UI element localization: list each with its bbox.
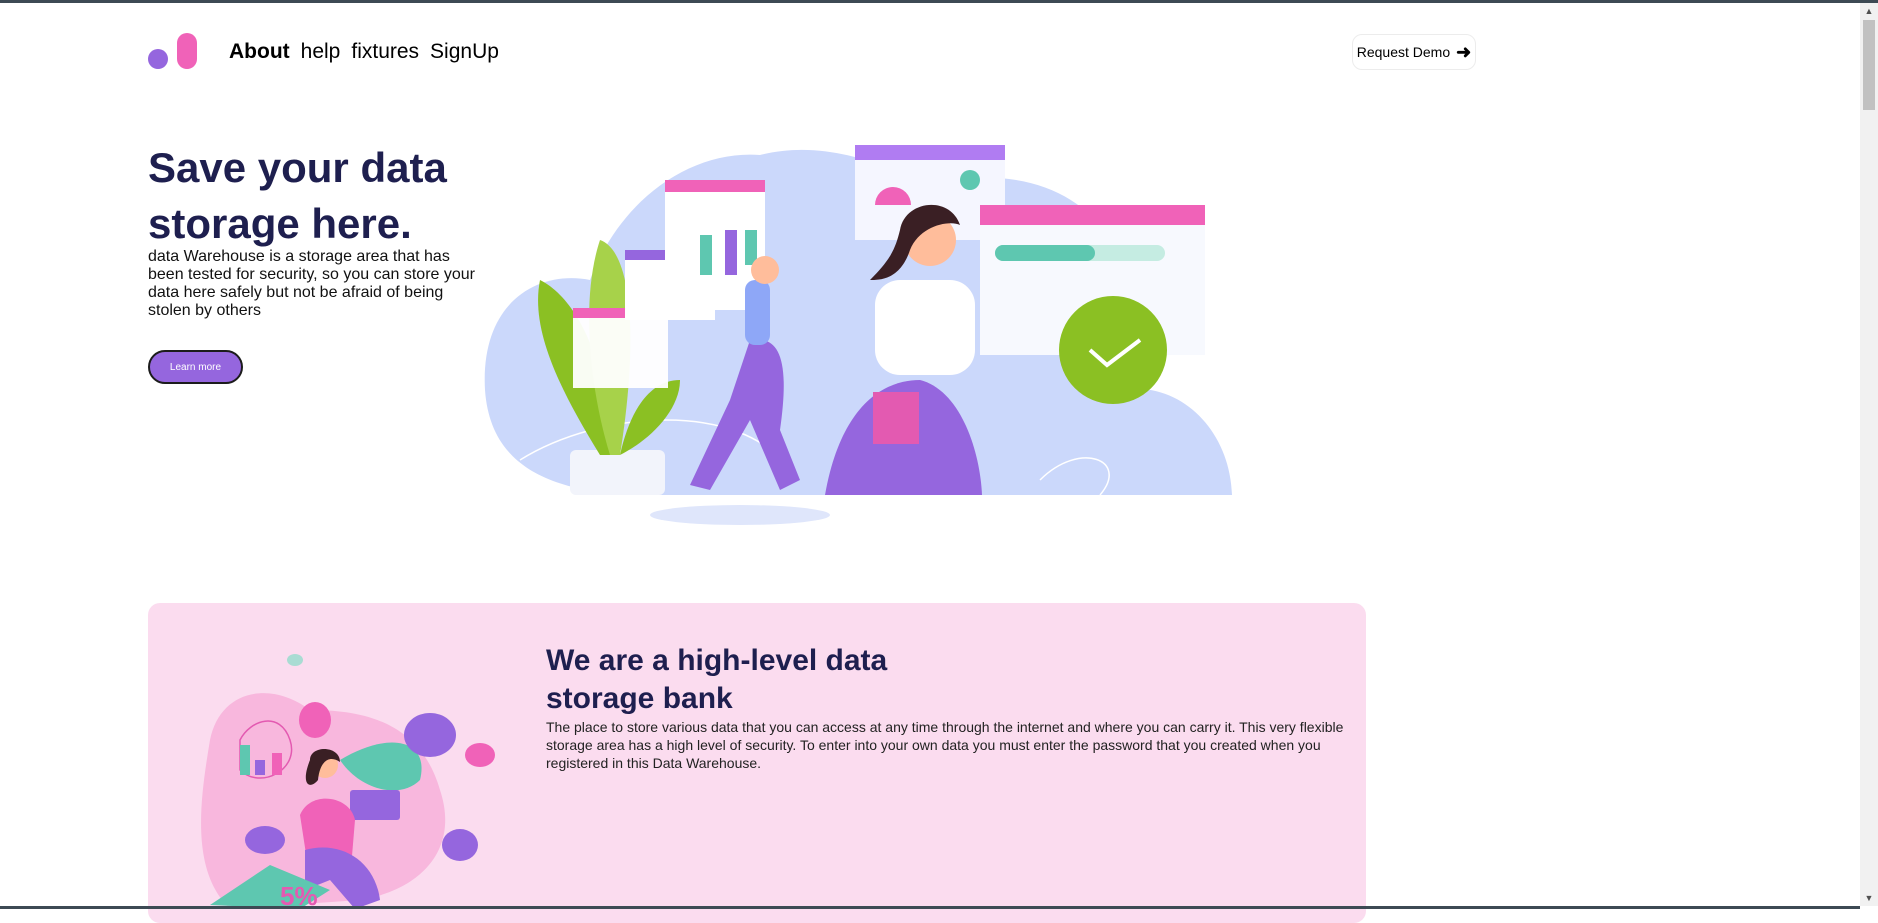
learn-more-button[interactable]: Learn more bbox=[148, 350, 243, 384]
hero-illustration bbox=[484, 145, 1232, 525]
arrow-right-icon: ➜ bbox=[1456, 41, 1472, 62]
vertical-scrollbar[interactable]: ▲ ▼ bbox=[1860, 3, 1878, 906]
brand-logo[interactable] bbox=[148, 33, 198, 71]
hero-description: data Warehouse is a storage area that ha… bbox=[148, 248, 475, 319]
scroll-down-icon[interactable]: ▼ bbox=[1860, 890, 1878, 906]
scrollbar-thumb[interactable] bbox=[1863, 20, 1875, 110]
about-title: We are a high-level data storage bank bbox=[546, 644, 888, 715]
illustration-percent-text: 5% bbox=[280, 881, 318, 909]
nav-item-about[interactable]: About bbox=[229, 40, 290, 64]
scroll-up-icon[interactable]: ▲ bbox=[1860, 3, 1878, 19]
nav-item-help[interactable]: help bbox=[301, 40, 341, 64]
nav-item-fixtures[interactable]: fixtures bbox=[351, 40, 419, 64]
request-demo-button[interactable]: Request Demo ➜ bbox=[1352, 34, 1476, 70]
window-top-border bbox=[0, 0, 1878, 3]
about-description: The place to store various data that you… bbox=[546, 719, 1344, 771]
about-illustration: 5% bbox=[201, 654, 495, 909]
nav-item-signup[interactable]: SignUp bbox=[430, 40, 499, 64]
main-nav: About help fixtures SignUp bbox=[229, 40, 499, 64]
hero-title: Save your data storage here. bbox=[148, 144, 447, 247]
request-demo-label: Request Demo bbox=[1356, 44, 1451, 60]
